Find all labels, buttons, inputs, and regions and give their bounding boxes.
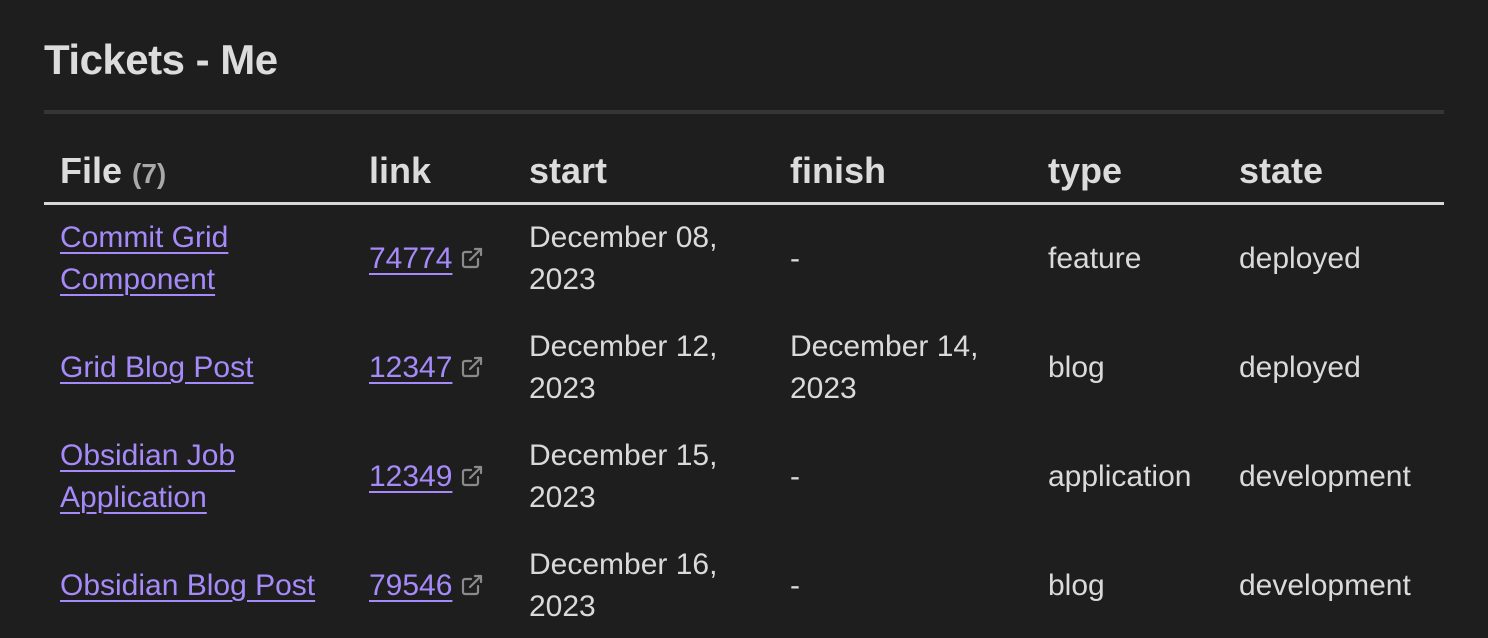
table-row: Grid Blog Post 12347 December 12, 2023 De… <box>44 314 1444 423</box>
title-divider <box>44 110 1444 114</box>
type-cell: blog <box>1048 351 1105 384</box>
file-link-line1: Grid Blog Post <box>60 351 254 384</box>
start-date-line1: December 16, <box>529 548 718 581</box>
column-header-file[interactable]: File (7) <box>44 140 353 205</box>
start-date-line2: 2023 <box>529 590 596 623</box>
ticket-link[interactable]: 12349 <box>369 460 452 493</box>
external-link-icon[interactable] <box>460 573 484 597</box>
file-link-line2: Component <box>60 263 216 296</box>
start-cell: December 12, 2023 <box>513 314 774 423</box>
state-cell: deployed <box>1239 242 1361 275</box>
column-header-finish[interactable]: finish <box>774 140 1032 205</box>
link-cell: 12347 <box>353 314 513 423</box>
start-cell: December 15, 2023 <box>513 423 774 532</box>
start-date-line2: 2023 <box>529 372 596 405</box>
state-cell: development <box>1239 569 1411 602</box>
page-title: Tickets - Me <box>44 36 278 83</box>
finish-cell: - <box>774 423 1032 532</box>
state-cell: deployed <box>1239 351 1361 384</box>
type-cell: application <box>1048 460 1192 493</box>
start-date-line1: December 12, <box>529 330 718 363</box>
page: Tickets - Me File (7) link start finish … <box>0 0 1488 638</box>
start-date-line2: 2023 <box>529 481 596 514</box>
finish-cell: - <box>774 532 1032 638</box>
ticket-link[interactable]: 74774 <box>369 242 452 275</box>
file-link-line1: Obsidian Job <box>60 439 236 472</box>
finish-cell: - <box>774 204 1032 315</box>
external-link-icon[interactable] <box>460 355 484 379</box>
column-header-link[interactable]: link <box>353 140 513 205</box>
table-header-row: File (7) link start finish type state <box>44 140 1444 205</box>
finish-date-line1: - <box>790 242 800 275</box>
start-date-line1: December 08, <box>529 221 718 254</box>
finish-date-line1: - <box>790 460 800 493</box>
state-cell: development <box>1239 460 1411 493</box>
finish-cell: December 14, 2023 <box>774 314 1032 423</box>
file-link[interactable]: Obsidian Blog Post <box>60 569 315 602</box>
external-link-icon[interactable] <box>460 464 484 488</box>
tickets-table: File (7) link start finish type state Co… <box>44 140 1444 638</box>
start-cell: December 16, 2023 <box>513 532 774 638</box>
file-cell: Grid Blog Post <box>44 314 353 423</box>
file-link[interactable]: Grid Blog Post <box>60 351 253 384</box>
table-row: Obsidian Blog Post 79546 December 16, 202… <box>44 532 1444 638</box>
file-cell: Obsidian Blog Post <box>44 532 353 638</box>
file-link[interactable]: Obsidian Job Application <box>60 439 235 514</box>
file-link-line1: Commit Grid <box>60 221 229 254</box>
table-row: Commit Grid Component 74774 December 08, 2… <box>44 204 1444 315</box>
link-cell: 12349 <box>353 423 513 532</box>
column-header-state[interactable]: state <box>1223 140 1444 205</box>
column-header-start[interactable]: start <box>513 140 774 205</box>
finish-date-line1: - <box>790 569 800 602</box>
start-date-line1: December 15, <box>529 439 718 472</box>
link-cell: 74774 <box>353 204 513 315</box>
type-cell: blog <box>1048 569 1105 602</box>
column-header-type[interactable]: type <box>1032 140 1223 205</box>
ticket-link[interactable]: 12347 <box>369 351 452 384</box>
external-link-icon[interactable] <box>460 246 484 270</box>
file-cell: Obsidian Job Application <box>44 423 353 532</box>
link-cell: 79546 <box>353 532 513 638</box>
start-date-line2: 2023 <box>529 263 596 296</box>
start-cell: December 08, 2023 <box>513 204 774 315</box>
file-cell: Commit Grid Component <box>44 204 353 315</box>
file-link-line1: Obsidian Blog Post <box>60 569 316 602</box>
ticket-link[interactable]: 79546 <box>369 569 452 602</box>
file-link[interactable]: Commit Grid Component <box>60 221 228 296</box>
finish-date-line1: December 14, <box>790 330 979 363</box>
table-row: Obsidian Job Application 12349 December 1… <box>44 423 1444 532</box>
table-body: Commit Grid Component 74774 December 08, 2… <box>44 204 1444 638</box>
file-count: (7) <box>132 158 167 189</box>
finish-date-line2: 2023 <box>790 372 857 405</box>
column-header-file-label: File <box>60 150 123 191</box>
file-link-line2: Application <box>60 481 207 514</box>
type-cell: feature <box>1048 242 1142 275</box>
